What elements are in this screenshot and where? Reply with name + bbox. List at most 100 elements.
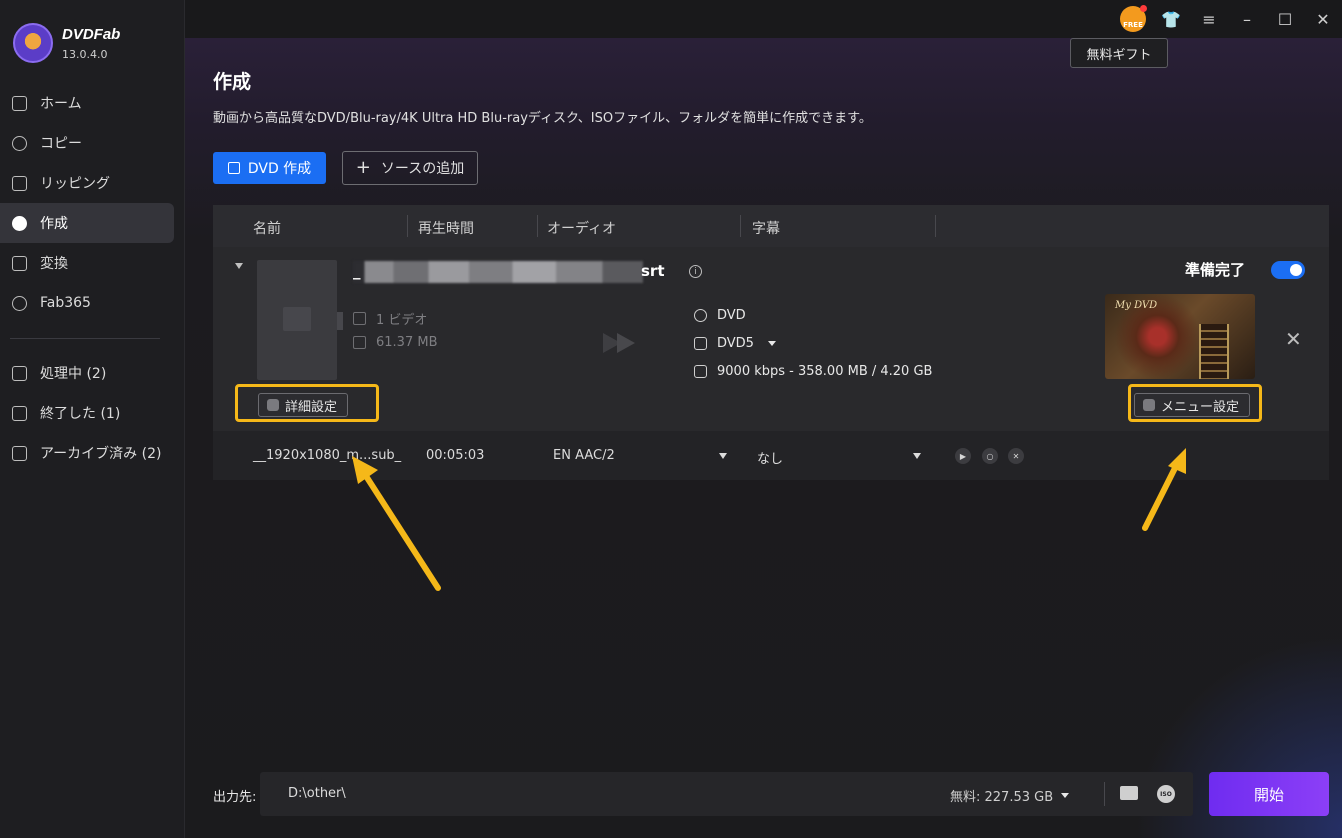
remove-icon[interactable]: ✕	[1008, 448, 1024, 464]
dvd-create-button[interactable]: DVD 作成	[213, 152, 326, 184]
sidebar-item-copy[interactable]: コピー	[0, 123, 185, 163]
output-format-label: DVD	[717, 308, 746, 323]
header-subtitle: 字幕	[752, 221, 780, 237]
chevron-down-icon[interactable]	[913, 453, 921, 459]
task-item: _ srt i 1 ビデオ 61.37 MB DVD DVD5 9000 kbp…	[213, 247, 1329, 431]
audio-select[interactable]: EN AAC/2	[553, 448, 615, 463]
folder-icon[interactable]	[1120, 786, 1138, 800]
output-label: 出力先:	[213, 790, 257, 805]
column-divider	[935, 215, 936, 237]
add-source-button[interactable]: + ソースの追加	[342, 151, 478, 185]
title-bar: FREE 👕 ≡ – ☐ ✕	[185, 0, 1342, 38]
sidebar-item-label: 変換	[40, 256, 68, 272]
free-space-label: 無料: 227.53 GB	[950, 790, 1054, 805]
app-logo: DVDFab 13.0.4.0	[13, 23, 120, 63]
sidebar-item-label: アーカイブ済み (2)	[40, 446, 162, 462]
logo-mascot-icon	[13, 23, 53, 63]
sidebar-item-archive[interactable]: アーカイブ済み (2)	[0, 433, 185, 473]
menu-icon[interactable]: ≡	[1190, 5, 1228, 33]
sidebar-item-ripper[interactable]: リッピング	[0, 163, 185, 203]
task-panel: 名前 再生時間 オーディオ 字幕 _ srt i 1 ビデオ 61.37 MB …	[213, 205, 1329, 480]
title-redacted	[353, 261, 643, 283]
search-icon[interactable]: ○	[982, 448, 998, 464]
info-icon[interactable]: i	[689, 265, 702, 278]
video-count-label: 1 ビデオ	[376, 313, 428, 328]
sidebar-item-label: Fab365	[40, 295, 91, 311]
dvd-create-label: DVD 作成	[247, 161, 312, 177]
header-audio: オーディオ	[547, 221, 617, 237]
chevron-down-icon[interactable]	[719, 453, 727, 459]
sidebar-item-converter[interactable]: 変換	[0, 243, 185, 283]
close-window-icon[interactable]: ✕	[1304, 5, 1342, 33]
track-name: __1920x1080_m...sub_	[253, 448, 402, 463]
converter-icon	[12, 255, 27, 271]
header-name: 名前	[253, 221, 281, 237]
highlight-box	[1128, 384, 1262, 422]
play-icon[interactable]: ▶	[955, 448, 971, 464]
bitrate-info: 9000 kbps - 358.00 MB / 4.20 GB	[694, 364, 932, 379]
sidebar: DVDFab 13.0.4.0 ホーム コピー リッピング 作成 変換 Fab3…	[0, 0, 185, 838]
gift-icon: FREE	[1120, 5, 1147, 32]
copy-icon	[12, 135, 27, 151]
video-thumbnail	[257, 260, 343, 380]
app-version: 13.0.4.0	[62, 47, 108, 61]
output-path-field[interactable]: D:\other\ 無料: 227.53 GB ISO	[260, 772, 1193, 816]
sidebar-item-fab365[interactable]: Fab365	[0, 283, 185, 323]
item-title-tail: srt	[641, 262, 665, 280]
processing-icon	[12, 365, 27, 381]
minimize-icon[interactable]: –	[1228, 5, 1266, 33]
start-button[interactable]: 開始	[1209, 772, 1329, 816]
film-strip-icon	[1199, 324, 1229, 379]
sidebar-item-home[interactable]: ホーム	[0, 83, 185, 123]
track-duration: 00:05:03	[426, 448, 485, 463]
status-ready: 準備完了	[1185, 261, 1246, 279]
dvd-create-icon	[227, 162, 240, 174]
subtitle-select[interactable]: なし	[757, 448, 783, 467]
free-space: 無料: 227.53 GB	[950, 786, 1070, 805]
sidebar-nav: ホーム コピー リッピング 作成 変換 Fab365	[0, 83, 185, 323]
gift-tooltip: 無料ギフト	[1070, 38, 1168, 68]
sidebar-item-processing[interactable]: 処理中 (2)	[0, 353, 185, 393]
header-duration: 再生時間	[418, 221, 474, 237]
sidebar-item-finished[interactable]: 終了した (1)	[0, 393, 185, 433]
plus-icon: +	[355, 157, 371, 178]
column-divider	[537, 215, 538, 237]
thumbnail-placeholder-icon	[283, 307, 311, 331]
highlight-box	[235, 384, 379, 422]
close-icon[interactable]: ✕	[1285, 329, 1302, 349]
output-path: D:\other\	[288, 786, 346, 801]
ready-toggle[interactable]	[1271, 261, 1305, 279]
maximize-icon[interactable]: ☐	[1266, 5, 1304, 33]
ripper-icon	[12, 175, 27, 191]
sidebar-item-label: ホーム	[40, 96, 82, 112]
output-format: DVD	[694, 308, 746, 323]
disc-type-select[interactable]: DVD5	[694, 336, 776, 351]
creator-icon	[12, 215, 27, 231]
sidebar-item-label: 処理中 (2)	[40, 366, 107, 382]
sidebar-divider	[10, 338, 160, 339]
divider	[1104, 782, 1105, 806]
file-size: 61.37 MB	[353, 335, 437, 350]
column-divider	[407, 215, 408, 237]
file-icon	[353, 336, 366, 349]
chevron-down-icon[interactable]	[1061, 793, 1070, 798]
collapse-caret-icon[interactable]	[235, 263, 243, 269]
disc-icon	[694, 337, 707, 350]
archive-icon	[12, 445, 27, 461]
table-row: __1920x1080_m...sub_ 00:05:03 EN AAC/2 な…	[213, 431, 1329, 480]
iso-output-icon[interactable]: ISO	[1157, 785, 1175, 803]
sidebar-item-label: 終了した (1)	[40, 406, 121, 422]
item-title-lead: _	[353, 262, 361, 280]
chevron-down-icon	[767, 341, 776, 346]
sidebar-item-creator[interactable]: 作成	[0, 203, 174, 243]
bitrate-label: 9000 kbps - 358.00 MB / 4.20 GB	[717, 364, 933, 379]
menu-preview-thumbnail[interactable]: My DVD	[1105, 294, 1255, 379]
free-gift-button[interactable]: FREE	[1114, 5, 1152, 33]
sidebar-item-label: リッピング	[40, 176, 110, 192]
video-count: 1 ビデオ	[353, 309, 427, 328]
sidebar-item-label: コピー	[40, 136, 82, 152]
skin-icon[interactable]: 👕	[1152, 5, 1190, 33]
video-icon	[353, 312, 366, 325]
thumbnail-tab	[337, 312, 343, 330]
finished-icon	[12, 405, 27, 421]
